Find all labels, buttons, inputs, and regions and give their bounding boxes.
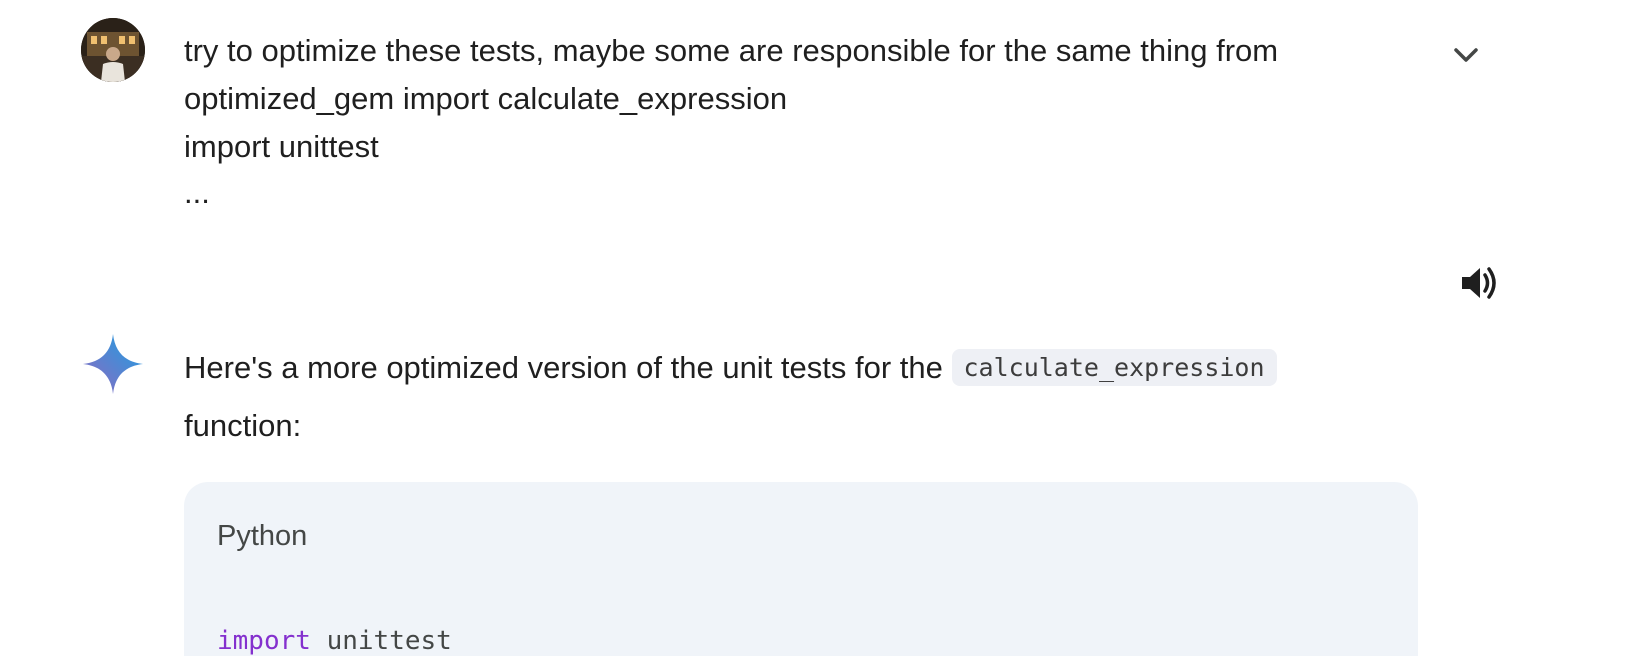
- speaker-icon: [1462, 267, 1496, 299]
- response-intro: Here's a more optimized version of the u…: [184, 340, 1384, 454]
- code-keyword: import: [217, 626, 311, 656]
- response-intro-text-cont: function:: [184, 408, 302, 443]
- avatar-photo-icon: [81, 18, 145, 82]
- expand-message-button[interactable]: [1446, 38, 1486, 72]
- inline-code: calculate_expression: [951, 349, 1277, 386]
- code-text: unittest: [310, 626, 452, 656]
- response-intro-text: Here's a more optimized version of the u…: [184, 350, 952, 385]
- listen-button[interactable]: [1456, 260, 1502, 306]
- chevron-down-icon: [1454, 48, 1478, 62]
- user-message-ellipsis: ...: [184, 175, 210, 210]
- user-message-line: try to optimize these tests, maybe some …: [184, 33, 1279, 68]
- gemini-sparkle-icon: [81, 332, 145, 396]
- chat-page: try to optimize these tests, maybe some …: [0, 0, 1632, 656]
- user-avatar[interactable]: [81, 18, 145, 82]
- code-language-label: Python: [217, 520, 308, 552]
- user-message: try to optimize these tests, maybe some …: [184, 27, 1384, 215]
- code-line: import unittest: [217, 626, 452, 656]
- user-message-line: optimized_gem import calculate_expressio…: [184, 81, 788, 116]
- code-block: Python import unittest: [184, 482, 1418, 656]
- user-message-line: import unittest: [184, 129, 379, 164]
